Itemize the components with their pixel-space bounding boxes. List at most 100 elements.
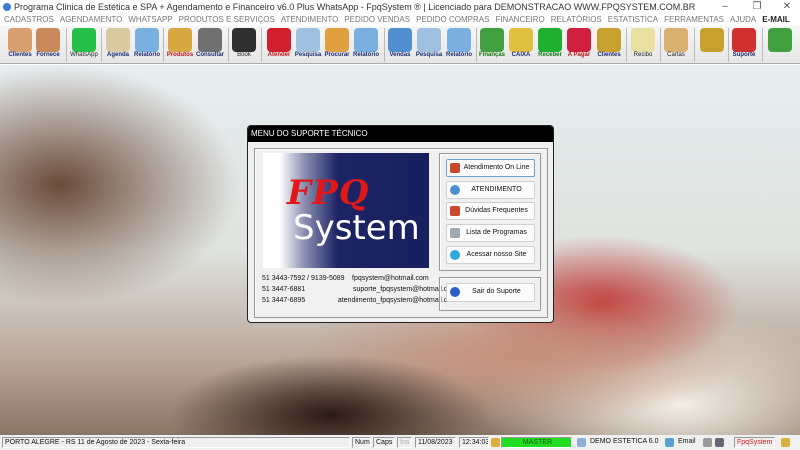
pesquisa-icon <box>417 28 441 52</box>
toolbar-fornece-button[interactable]: Fornece <box>33 27 63 63</box>
chat-bubble-icon <box>450 185 460 195</box>
list-document-icon <box>450 228 460 238</box>
window-title: Programa Clinica de Estética e SPA + Age… <box>14 2 696 12</box>
faq-button[interactable]: Dúvidas Frequentes <box>446 202 535 220</box>
vendas-icon <box>388 28 412 52</box>
support-menu-dialog: MENU DO SUPORTE TÉCNICO FPQ System 51 34… <box>247 125 554 323</box>
relatorio-icon <box>354 28 378 52</box>
arrow-right-icon <box>450 287 460 297</box>
clientes-icon <box>8 28 32 52</box>
toolbar-clientes-button[interactable]: Clientes <box>594 27 624 63</box>
menu-pedido-vendas[interactable]: PEDIDO VENDAS <box>344 15 410 24</box>
toolbar-recibo-button[interactable]: Recibo <box>628 27 658 63</box>
menu-produtos-e-servi-os[interactable]: PRODUTOS E SERVIÇOS <box>179 15 275 24</box>
online-support-button[interactable]: Atendimento On Line <box>446 159 535 177</box>
button-label: Sair do Suporte <box>472 288 521 295</box>
status-email[interactable]: Email <box>676 437 700 448</box>
company-icon <box>577 438 586 447</box>
menu-pedido-compras[interactable]: PEDIDO COMPRAS <box>416 15 489 24</box>
status-num: Num <box>352 437 371 448</box>
user-icon <box>491 438 500 447</box>
toolbar-label: Cartas <box>667 52 685 58</box>
status-company: DEMO ESTETICA 6.0 <box>590 438 659 445</box>
toolbar-book-button[interactable]: Book <box>229 27 259 63</box>
menu-estatistica[interactable]: ESTATISTICA <box>608 15 658 24</box>
contact-email-1: fpqsystem@hotmail.com <box>352 275 429 282</box>
menu-relat-rios[interactable]: RELATÓRIOS <box>551 15 602 24</box>
toolbar-relatorio-button[interactable]: Relatório <box>351 27 381 63</box>
status-time: 12:34:03 <box>459 437 489 448</box>
contact-email-3: atendimento_fpqsystem@hotmail.com <box>337 297 457 304</box>
toolbar-cartas-button[interactable]: Cartas <box>661 27 691 63</box>
book-icon <box>232 28 256 52</box>
menu-bar: CADASTROS AGENDAMENTO WHATSAPP PRODUTOS E S… <box>0 14 800 26</box>
support-agent-icon <box>450 206 460 216</box>
menu-cadastros[interactable]: CADASTROS <box>4 15 54 24</box>
button-label: Lista de Programas <box>466 229 527 236</box>
calculator-icon[interactable] <box>715 438 724 447</box>
toolbar-label: Suporte <box>732 52 756 58</box>
status-user: MASTER <box>501 437 572 448</box>
agenda-icon <box>106 28 130 52</box>
fornece-icon <box>36 28 60 52</box>
menu-ferramentas[interactable]: FERRAMENTAS <box>664 15 724 24</box>
restore-button[interactable]: ❐ <box>742 0 772 14</box>
consultar-icon <box>198 28 222 52</box>
caixa-icon <box>509 28 533 52</box>
status-caps: Caps <box>373 437 395 448</box>
program-list-button[interactable]: Lista de Programas <box>446 224 535 242</box>
menu-financeiro[interactable]: FINANCEIRO <box>495 15 544 24</box>
support-agent-icon <box>450 163 460 173</box>
financas-icon <box>480 28 504 52</box>
a-pagar-icon <box>567 28 591 52</box>
contact-email-2: suporte_fpqsystem@hotmail.com <box>353 286 457 293</box>
minimize-button[interactable]: – <box>710 0 740 14</box>
atender-icon <box>267 28 291 52</box>
status-brand: FpqSystem <box>734 437 775 448</box>
status-date: 11/08/2023 <box>415 437 456 448</box>
email-icon[interactable] <box>665 438 674 447</box>
receber-icon <box>538 28 562 52</box>
suporte-icon <box>732 28 756 52</box>
exit-icon <box>768 28 792 52</box>
toolbar-consultar-button[interactable]: Consultar <box>195 27 225 63</box>
dialog-title: MENU DO SUPORTE TÉCNICO <box>248 126 553 142</box>
title-bar: Programa Clinica de Estética e SPA + Age… <box>0 0 800 14</box>
menu-ajuda[interactable]: AJUDA <box>730 15 756 24</box>
menu-whatsapp[interactable]: WHATSAPP <box>128 15 172 24</box>
contact-phone-3: 51 3447-6895 <box>262 297 306 304</box>
status-location-date: PORTO ALEGRE - RS 11 de Agosto de 2023 -… <box>2 437 350 448</box>
menu-e-mail[interactable]: E-MAIL <box>762 15 790 24</box>
toolbar-suporte-button[interactable]: Suporte <box>729 27 759 63</box>
menu-agendamento[interactable]: AGENDAMENTO <box>60 15 123 24</box>
toolbar-relatorio-button[interactable]: Relatório <box>444 27 474 63</box>
status-bar: PORTO ALEGRE - RS 11 de Agosto de 2023 -… <box>0 435 800 450</box>
toolbar-exit-button[interactable] <box>765 27 795 63</box>
close-button[interactable]: ✕ <box>772 0 800 14</box>
contact-phone-1: 51 3443-7592 / 9139-5089 <box>262 275 345 282</box>
procurar-icon <box>325 28 349 52</box>
contact-phone-2: 51 3447-6881 <box>262 286 306 293</box>
relatorio-icon <box>135 28 159 52</box>
produtos-icon <box>168 28 192 52</box>
relatorio-icon <box>447 28 471 52</box>
toolbar-whatsapp-button[interactable]: WhatsApp <box>69 27 99 63</box>
fpq-system-logo: FPQ System <box>263 153 429 268</box>
printer-icon[interactable] <box>703 438 712 447</box>
cartas-icon <box>664 28 688 52</box>
button-label: Atendimento On Line <box>463 164 530 171</box>
logo-system: System <box>293 208 420 248</box>
toolbar-relatorio-button[interactable]: Relatório <box>132 27 162 63</box>
status-ins: Ins <box>397 437 412 448</box>
user-icon <box>781 438 790 447</box>
recibo-icon <box>631 28 655 52</box>
clientes-icon <box>597 28 621 52</box>
menu-atendimento[interactable]: ATENDIMENTO <box>281 15 338 24</box>
coins-icon <box>700 28 724 52</box>
arrow-up-icon <box>450 250 460 260</box>
visit-site-button[interactable]: Acessar nosso Site <box>446 246 535 264</box>
toolbar: Clientes Fornece WhatsApp Agenda Relatório Pr… <box>0 26 800 64</box>
whatsapp-support-button[interactable]: ATENDIMENTO WHATS <box>446 181 535 209</box>
exit-support-button[interactable]: Sair do Suporte <box>446 283 535 302</box>
button-label: Acessar nosso Site <box>466 251 527 258</box>
